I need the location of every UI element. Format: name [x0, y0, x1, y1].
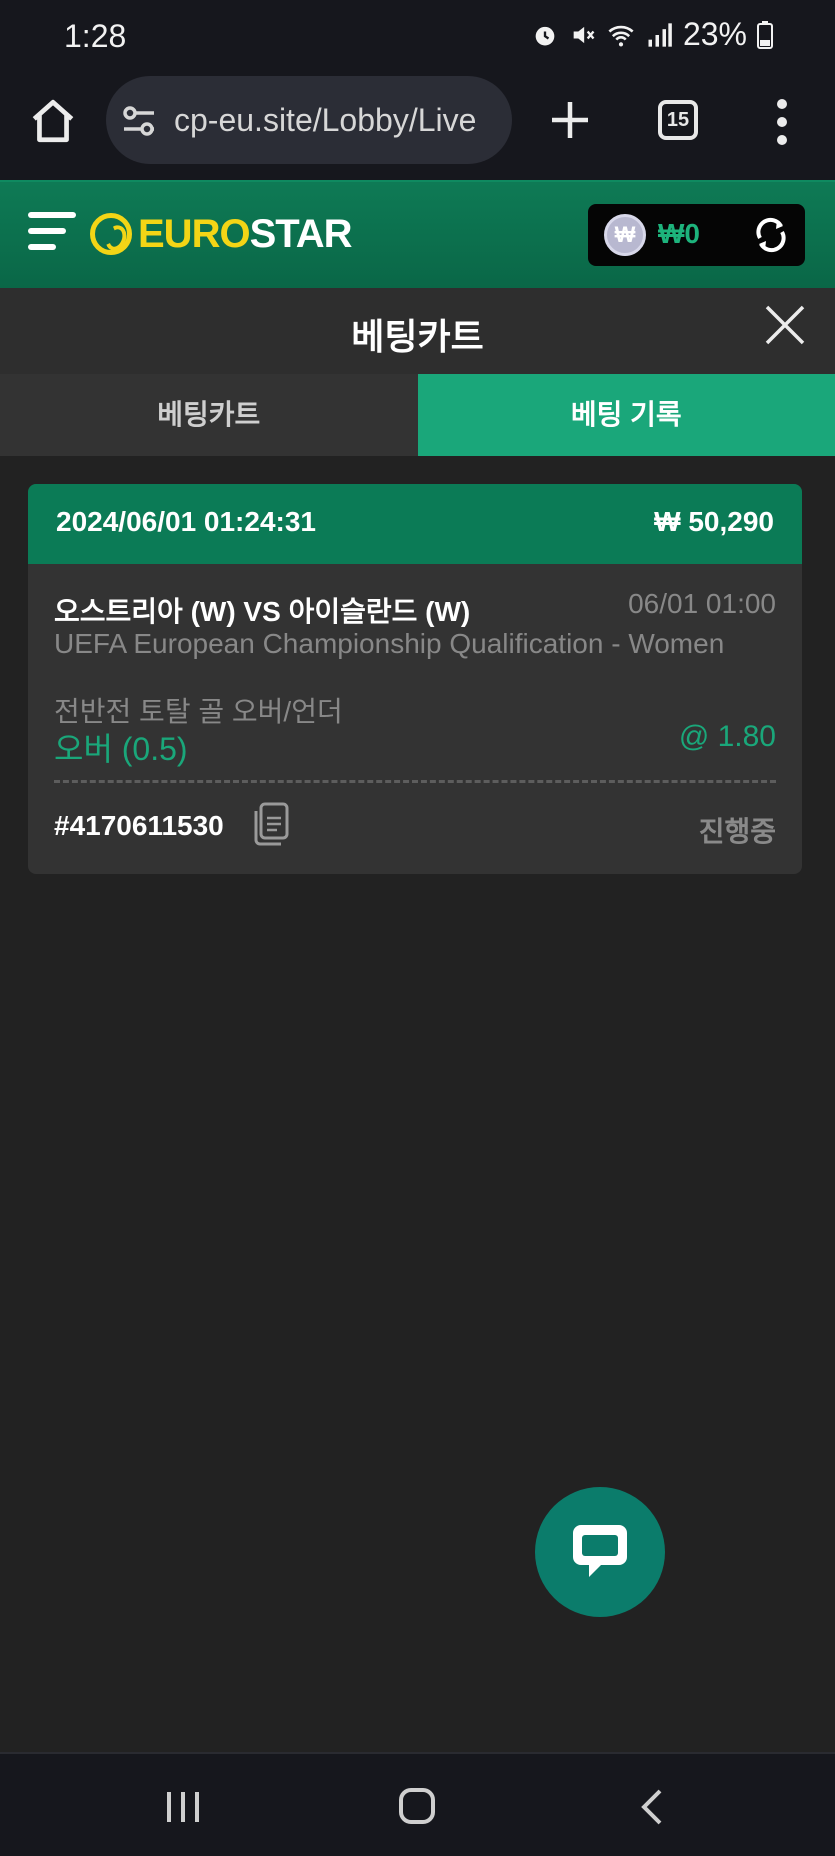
- chat-icon: [573, 1525, 627, 1577]
- panel-title: 베팅카트: [351, 316, 484, 357]
- bet-status: 진행중: [698, 816, 776, 847]
- tab-betting-cart[interactable]: 베팅카트: [0, 374, 418, 456]
- refresh-icon[interactable]: [752, 216, 790, 254]
- card-divider: [54, 780, 776, 783]
- mute-icon: [573, 26, 595, 43]
- status-time: 1:28: [64, 18, 127, 54]
- balance-value: ₩0: [658, 218, 700, 249]
- bet-amount: ₩ 50,290: [654, 506, 774, 537]
- coin-icon: ₩: [604, 214, 646, 256]
- back-icon[interactable]: [636, 1788, 668, 1826]
- close-icon[interactable]: [764, 304, 806, 346]
- system-nav-bar: [0, 1752, 835, 1856]
- bet-card-header: 2024/06/01 01:24:31 ₩ 50,290: [28, 484, 802, 564]
- site-logo[interactable]: EUROSTAR: [90, 206, 352, 262]
- tune-icon[interactable]: [120, 102, 158, 140]
- bet-id: #4170611530: [54, 810, 224, 841]
- chat-button[interactable]: [535, 1487, 665, 1617]
- more-vert-icon[interactable]: [772, 98, 792, 146]
- tab-betting-history[interactable]: 베팅 기록: [417, 374, 835, 456]
- home-icon[interactable]: [28, 96, 78, 146]
- copy-icon[interactable]: [252, 802, 290, 846]
- league-name: UEFA European Championship Qualification…: [54, 628, 725, 659]
- panel-titlebar: 베팅카트: [0, 288, 835, 374]
- browser-toolbar: cp-eu.site/Lobby/Live 15: [0, 72, 835, 180]
- recent-apps-icon[interactable]: [165, 1790, 201, 1824]
- match-title: 오스트리아 (W) VS 아이슬란드 (W): [54, 596, 471, 627]
- battery-icon: [757, 20, 773, 49]
- address-bar[interactable]: cp-eu.site/Lobby/Live: [106, 76, 512, 164]
- menu-icon[interactable]: [28, 212, 76, 258]
- logo-star: STAR: [249, 211, 353, 256]
- status-bar: 1:28 23%: [0, 0, 835, 72]
- nav-home-icon[interactable]: [399, 1788, 435, 1824]
- bet-selection: 오버 (0.5): [54, 731, 188, 767]
- bet-datetime: 2024/06/01 01:24:31: [56, 506, 316, 537]
- wifi-icon: [608, 25, 634, 46]
- site-header: EUROSTAR ₩ ₩0: [0, 180, 835, 288]
- url-text: cp-eu.site/Lobby/Live: [174, 102, 477, 138]
- signal-icon: [648, 22, 672, 47]
- status-icons: 23%: [531, 16, 773, 53]
- bet-card: 2024/06/01 01:24:31 ₩ 50,290 오스트리아 (W) V…: [28, 484, 802, 874]
- plus-icon[interactable]: [548, 98, 592, 142]
- match-time: 06/01 01:00: [628, 588, 776, 619]
- bet-odds: @ 1.80: [678, 720, 776, 753]
- balance-widget: ₩ ₩0: [588, 204, 805, 266]
- logo-mark: [90, 213, 132, 255]
- tabs-icon[interactable]: 15: [658, 100, 698, 140]
- battery-percent: 23%: [682, 16, 747, 52]
- logo-euro: EURO: [138, 211, 251, 256]
- alarm-icon: [535, 26, 555, 45]
- bet-tabs: 베팅카트 베팅 기록: [0, 374, 835, 456]
